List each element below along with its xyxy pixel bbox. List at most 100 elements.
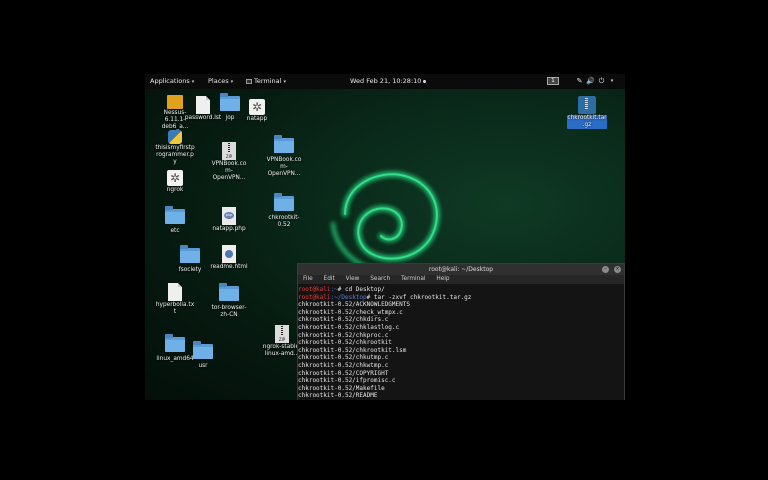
- folder-icon: [219, 283, 239, 301]
- terminal-small-icon: [246, 78, 252, 84]
- menu-file[interactable]: File: [303, 276, 313, 282]
- prompt-line: root@kali:~# cd Desktop/: [298, 286, 624, 294]
- terminal-app-label: Terminal: [254, 77, 282, 85]
- power-icon[interactable]: ⏻: [597, 76, 606, 86]
- desktop-icon-etc[interactable]: etc: [155, 206, 195, 235]
- workspace-number: 1: [551, 78, 555, 84]
- folder-icon: [165, 334, 185, 352]
- menu-edit[interactable]: Edit: [324, 276, 335, 282]
- terminal-menubar: File Edit View Search Terminal Help: [298, 275, 624, 284]
- prompt-path: :~/Desktop: [330, 293, 367, 301]
- folder-icon: [193, 341, 213, 359]
- output-line: chkrootkit-0.52/check_wtmpx.c: [298, 308, 403, 316]
- prompt-command: # cd Desktop/: [337, 286, 385, 293]
- prompt-command: # tar -zxvf chkrootkit.tar.gz: [366, 293, 472, 301]
- icon-label: VPNBook.com-OpenVPN...: [211, 161, 247, 181]
- top-panel: Applications ▾ Places ▾ Terminal ▾ Wed Feb …: [145, 74, 625, 89]
- terminal-app-menu[interactable]: Terminal ▾: [246, 77, 286, 85]
- icon-label: fsociety: [178, 267, 202, 273]
- terminal-output[interactable]: root@kali:~# cd Desktop/root@kali:~/Desk…: [298, 284, 624, 400]
- html-file-icon: [222, 245, 236, 263]
- clock-text: Wed Feb 21, 10:28:10: [350, 77, 422, 85]
- clock[interactable]: Wed Feb 21, 10:28:10: [350, 77, 427, 85]
- minimize-icon[interactable]: –: [602, 266, 609, 273]
- icon-label: chkrootkit-0.52: [268, 215, 300, 228]
- icon-label: hyperbolia.txt: [155, 302, 195, 315]
- icon-label: etc: [170, 228, 180, 234]
- icon-label: tor-browser-zh-CN: [211, 305, 247, 318]
- icon-label: VPNBook.com-OpenVPN...: [266, 157, 302, 177]
- output-line: chkrootkit-0.52/COPYRIGHT: [298, 369, 389, 377]
- close-icon[interactable]: ×: [614, 266, 621, 273]
- pen-icon[interactable]: ✎: [575, 76, 584, 86]
- applications-menu[interactable]: Applications ▾: [150, 77, 194, 85]
- icon-label: natapp: [246, 116, 268, 122]
- output-line: chkrootkit-0.52/chkdirs.c: [298, 316, 389, 324]
- text-file-icon: [196, 96, 210, 114]
- desktop-icon-ngrok-zip[interactable]: ZIP ngrok-stable-linux-amd...: [262, 325, 302, 358]
- desktop-icon-chkrootkit-tar-gz[interactable]: chkrootkit.tar.gz: [567, 96, 607, 129]
- desktop-icon-chkrootkit-folder[interactable]: chkrootkit-0.52: [264, 193, 304, 229]
- terminal-window[interactable]: root@kali: ~/Desktop – × File Edit View …: [297, 263, 625, 400]
- desktop-icon-vpnbook-zip[interactable]: ZIP VPNBook.com-OpenVPN...: [209, 142, 249, 182]
- archive-icon: [578, 96, 596, 114]
- output-line: chkrootkit-0.52/Makefile: [298, 384, 385, 392]
- chevron-down-icon: ▾: [283, 79, 286, 85]
- notification-dot-icon: [423, 79, 427, 83]
- menu-search[interactable]: Search: [370, 276, 390, 282]
- text-file-icon: [168, 283, 182, 301]
- desktop-icon-ngrok[interactable]: ✲ ngrok: [155, 169, 195, 194]
- php-file-icon: [222, 207, 236, 225]
- chevron-down-icon: ▾: [230, 79, 234, 85]
- icon-label: thisismyfirstprogrammer.py: [155, 145, 195, 165]
- zip-archive-icon: ZIP: [275, 325, 289, 343]
- terminal-title: root@kali: ~/Desktop: [428, 266, 494, 273]
- menu-view[interactable]: View: [346, 276, 360, 282]
- chevron-down-icon[interactable]: ▾: [608, 76, 616, 86]
- desktop-icon-fsociety[interactable]: fsociety: [170, 245, 210, 274]
- zip-archive-icon: ZIP: [222, 142, 236, 160]
- desktop-screen: Applications ▾ Places ▾ Terminal ▾ Wed Feb …: [145, 74, 625, 400]
- desktop-icon-usr[interactable]: usr: [183, 341, 223, 370]
- desktop-icon-natapp-php[interactable]: natapp.php: [209, 207, 249, 233]
- chevron-down-icon: ▾: [191, 79, 195, 85]
- icon-label: chkrootkit.tar.gz: [567, 115, 607, 129]
- desktop-icon-python-script[interactable]: thisismyfirstprogrammer.py: [155, 130, 195, 166]
- prompt-user: root@kali: [298, 293, 331, 301]
- folder-icon: [274, 193, 294, 211]
- places-menu[interactable]: Places ▾: [208, 77, 233, 85]
- icon-label: natapp.php: [212, 226, 246, 232]
- executable-gear-icon: ✲: [167, 170, 183, 186]
- terminal-titlebar[interactable]: root@kali: ~/Desktop – ×: [298, 264, 624, 275]
- output-line: chkrootkit-0.52/README: [298, 392, 378, 400]
- folder-icon: [180, 245, 200, 263]
- desktop-icon-readme-html[interactable]: readme.html: [209, 245, 249, 271]
- places-label: Places: [208, 77, 229, 85]
- python-file-icon: [168, 130, 182, 144]
- executable-gear-icon: ✲: [249, 99, 265, 115]
- output-line: chkrootkit-0.52/chkrootkit.lsm: [298, 346, 407, 354]
- icon-label: readme.html: [210, 264, 248, 270]
- output-line: chkrootkit-0.52/chkrootkit: [298, 339, 392, 347]
- desktop-icon-tor-browser[interactable]: tor-browser-zh-CN: [209, 283, 249, 319]
- output-line: chkrootkit-0.52/chkwtmp.c: [298, 361, 389, 369]
- menu-help[interactable]: Help: [436, 276, 449, 282]
- output-line: chkrootkit-0.52/ACKNOWLEDGMENTS: [298, 301, 410, 309]
- volume-icon[interactable]: 🔊: [586, 76, 595, 86]
- prompt-line: root@kali:~/Desktop# tar -zxvf chkrootki…: [298, 294, 624, 302]
- desktop-icon-vpnbook-folder[interactable]: VPNBook.com-OpenVPN...: [264, 135, 304, 178]
- output-line: chkrootkit-0.52/chklastlog.c: [298, 323, 400, 331]
- desktop-icon-natapp[interactable]: ✲ natapp: [237, 98, 277, 123]
- output-line: chkrootkit-0.52/ifpromisc.c: [298, 377, 396, 385]
- package-icon: [167, 95, 183, 109]
- folder-icon: [165, 206, 185, 224]
- icon-label: usr: [198, 363, 208, 369]
- desktop-icon-hyperbolia[interactable]: hyperbolia.txt: [155, 283, 195, 316]
- workspace-indicator[interactable]: 1: [547, 77, 559, 85]
- menu-terminal[interactable]: Terminal: [401, 276, 426, 282]
- prompt-path: :~: [330, 286, 338, 293]
- folder-icon: [274, 135, 294, 153]
- icon-label: ngrok: [166, 187, 184, 193]
- icon-label: ngrok-stable-linux-amd...: [262, 344, 302, 357]
- output-line: chkrootkit-0.52/chkproc.c: [298, 331, 389, 339]
